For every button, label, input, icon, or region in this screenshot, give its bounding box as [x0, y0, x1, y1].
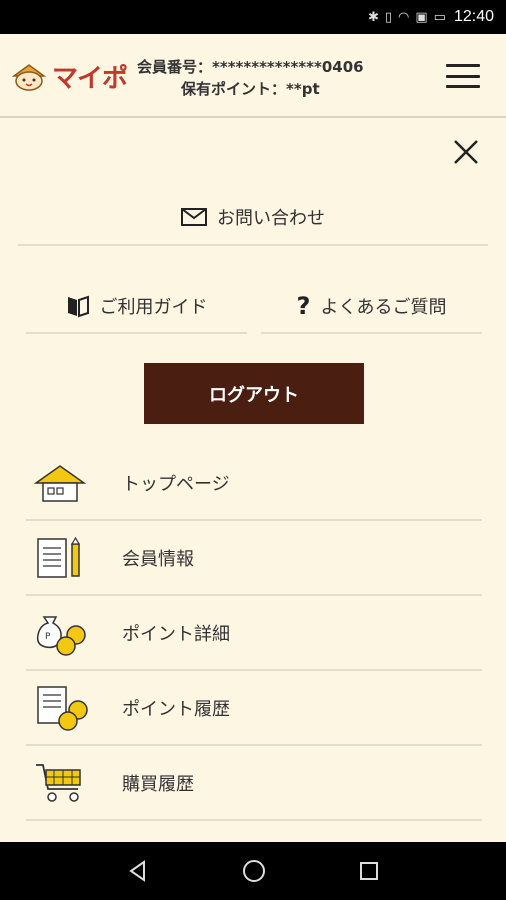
close-icon[interactable]: [452, 138, 480, 166]
shopping-cart-icon: [36, 763, 81, 802]
wifi-icon: ◠: [398, 9, 410, 25]
house-icon: [34, 464, 86, 502]
member-number-value: **************0406: [212, 58, 364, 76]
status-icons: ✱ ▯ ◠ ▣ ▭: [368, 10, 446, 25]
mascot-icon: [11, 63, 47, 91]
member-number-label: 会員番号：: [137, 58, 213, 76]
points-label: 保有ポイント：: [181, 80, 287, 98]
contact-link[interactable]: お問い合わせ: [18, 190, 488, 246]
coin-bag-icon: P: [36, 615, 86, 656]
points-row: 保有ポイント：**pt: [137, 78, 364, 100]
menu-item-point-history[interactable]: ポイント履歴: [26, 671, 482, 746]
app-header: マイポ 会員番号：**************0406 保有ポイント：**pt: [0, 34, 506, 118]
contact-label: お問い合わせ: [217, 208, 325, 229]
drawer-menu: トップページ 会員情報 P ポイント詳細 ポイント履歴 購買履歴: [26, 446, 482, 821]
member-number-row: 会員番号：**************0406: [137, 56, 364, 78]
points-value: **pt: [286, 80, 320, 98]
android-nav-bar: [0, 842, 506, 900]
menu-item-member-info[interactable]: 会員情報: [26, 521, 482, 596]
faq-link[interactable]: ? よくあるご質問: [261, 280, 482, 334]
menu-item-point-detail[interactable]: P ポイント詳細: [26, 596, 482, 671]
svg-text:P: P: [45, 632, 51, 642]
sim-icon: ▣: [415, 9, 428, 25]
battery-icon: ▭: [433, 9, 446, 25]
document-coins-icon: [37, 685, 88, 731]
menu-item-label: 購買履歴: [122, 773, 194, 795]
member-info: 会員番号：**************0406 保有ポイント：**pt: [137, 56, 364, 100]
logo-text: マイポ: [52, 64, 128, 94]
mail-icon: [181, 208, 207, 226]
vibrate-icon: ▯: [384, 9, 393, 25]
menu-item-purchase-history[interactable]: 購買履歴: [26, 746, 482, 821]
book-icon: [67, 295, 89, 318]
guide-label: ご利用ガイド: [99, 297, 208, 318]
logout-button[interactable]: ログアウト: [144, 363, 364, 424]
faq-label: よくあるご質問: [320, 297, 447, 318]
question-icon: ?: [296, 292, 311, 320]
document-pencil-icon: [37, 536, 81, 578]
help-links: ご利用ガイド ? よくあるご質問: [26, 280, 482, 334]
status-time: 12:40: [453, 8, 494, 25]
back-icon[interactable]: [126, 859, 150, 883]
bluetooth-icon: ✱: [367, 9, 379, 25]
guide-link[interactable]: ご利用ガイド: [26, 280, 247, 334]
recents-icon[interactable]: [358, 860, 380, 882]
app-logo[interactable]: マイポ: [10, 58, 128, 95]
status-bar: ✱ ▯ ◠ ▣ ▭ 12:40: [0, 0, 506, 34]
menu-item-label: ポイント履歴: [122, 698, 230, 720]
home-icon[interactable]: [241, 858, 267, 884]
menu-item-label: 会員情報: [122, 548, 194, 570]
menu-item-label: トップページ: [122, 473, 230, 495]
hamburger-menu-icon[interactable]: [446, 64, 480, 88]
menu-item-label: ポイント詳細: [122, 623, 230, 645]
menu-item-top[interactable]: トップページ: [26, 446, 482, 521]
